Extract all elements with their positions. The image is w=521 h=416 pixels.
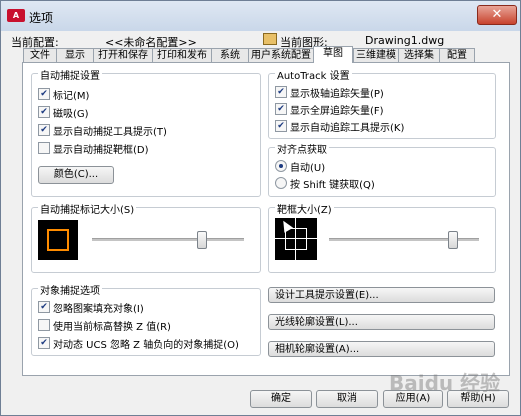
colors-button[interactable]: 颜色(C)... xyxy=(38,166,114,184)
autotrack-tooltip-checkbox[interactable]: ✔ xyxy=(275,120,287,132)
autosnap-tooltip-checkbox[interactable]: ✔ xyxy=(38,124,50,136)
tab-system[interactable]: 系统 xyxy=(211,48,249,62)
checkbox-label: 显示自动追踪工具提示(K) xyxy=(290,123,405,134)
checkbox-label: 对动态 UCS 忽略 Z 轴负向的对象捕捉(O) xyxy=(53,340,239,351)
checkbox-label: 显示自动捕捉靶框(D) xyxy=(53,145,149,156)
aperture-size-group: 靶框大小(Z) xyxy=(268,201,496,273)
alignment-point-group: 对齐点获取 自动(U) 按 Shift 键获取(Q) xyxy=(268,141,496,197)
drafting-panel: 自动捕捉设置 ✔ 标记(M) ✔ 磁吸(G) ✔ 显示自动捕捉工具提示(T) 显… xyxy=(22,62,510,376)
drawing-file-icon xyxy=(263,33,277,45)
radio-label: 按 Shift 键获取(Q) xyxy=(290,180,375,191)
marker-preview xyxy=(38,220,78,260)
autotrack-settings-group: AutoTrack 设置 ✔ 显示极轴追踪矢量(P) ✔ 显示全屏追踪矢量(F)… xyxy=(268,67,496,139)
current-drawing-value: Drawing1.dwg xyxy=(365,34,445,47)
group-title: 对象捕捉选项 xyxy=(38,282,102,297)
autosnap-marker-icon xyxy=(47,229,69,251)
drafting-tooltip-settings-button[interactable]: 设计工具提示设置(E)... xyxy=(268,287,495,303)
close-button[interactable]: ✕ xyxy=(477,5,517,25)
ignore-hatch-checkbox[interactable]: ✔ xyxy=(38,301,50,313)
marker-checkbox[interactable]: ✔ xyxy=(38,88,50,100)
lights-glyph-settings-button[interactable]: 光线轮廓设置(L)... xyxy=(268,314,495,330)
tab-drafting[interactable]: 草图 xyxy=(313,46,353,63)
marker-size-slider-track[interactable] xyxy=(92,238,244,241)
group-title: 靶框大小(Z) xyxy=(275,201,334,216)
autosnap-aperture-checkbox[interactable] xyxy=(38,142,50,154)
aperture-size-slider-thumb[interactable] xyxy=(448,231,458,249)
aperture-preview xyxy=(275,218,317,260)
checkbox-label: 显示极轴追踪矢量(P) xyxy=(290,89,384,100)
autosnap-settings-group: 自动捕捉设置 ✔ 标记(M) ✔ 磁吸(G) ✔ 显示自动捕捉工具提示(T) 显… xyxy=(31,67,261,197)
tab-user-preferences[interactable]: 用户系统配置 xyxy=(248,48,314,62)
tab-3d-modeling[interactable]: 三维建模 xyxy=(353,48,399,62)
title-bar[interactable]: A 选项 ✕ xyxy=(1,1,520,31)
autocad-app-icon: A xyxy=(7,9,25,22)
object-snap-options-group: 对象捕捉选项 ✔ 忽略图案填充对象(I) 使用当前标高替换 Z 值(R) ✔ 对… xyxy=(31,282,261,356)
ok-button[interactable]: 确定 xyxy=(250,390,312,408)
marker-size-slider-thumb[interactable] xyxy=(197,231,207,249)
checkbox-label: 磁吸(G) xyxy=(53,109,89,120)
checkbox-label: 标记(M) xyxy=(53,91,90,102)
aperture-box-icon xyxy=(285,228,307,250)
checkbox-label: 使用当前标高替换 Z 值(R) xyxy=(53,322,171,333)
checkbox-label: 显示自动捕捉工具提示(T) xyxy=(53,127,167,138)
cancel-button[interactable]: 取消 xyxy=(316,390,378,408)
tab-files[interactable]: 文件 xyxy=(23,48,57,62)
fullscreen-tracking-vector-checkbox[interactable]: ✔ xyxy=(275,103,287,115)
magnet-checkbox[interactable]: ✔ xyxy=(38,106,50,118)
tab-display[interactable]: 显示 xyxy=(56,48,94,62)
marker-size-group: 自动捕捉标记大小(S) xyxy=(31,201,261,273)
dialog-title: 选项 xyxy=(29,11,54,25)
automatic-radio[interactable] xyxy=(275,160,287,172)
tab-open-save[interactable]: 打开和保存 xyxy=(93,48,153,62)
tab-plot-publish[interactable]: 打印和发布 xyxy=(152,48,212,62)
checkbox-label: 忽略图案填充对象(I) xyxy=(53,304,144,315)
checkbox-label: 显示全屏追踪矢量(F) xyxy=(290,106,384,117)
replace-z-checkbox[interactable] xyxy=(38,319,50,331)
baidu-watermark: Baidu 经验 xyxy=(389,371,501,395)
polar-tracking-vector-checkbox[interactable]: ✔ xyxy=(275,86,287,98)
cameras-glyph-settings-button[interactable]: 相机轮廓设置(A)... xyxy=(268,341,495,357)
shift-acquire-radio[interactable] xyxy=(275,177,287,189)
group-title: AutoTrack 设置 xyxy=(275,67,352,82)
group-title: 自动捕捉设置 xyxy=(38,67,102,82)
group-title: 自动捕捉标记大小(S) xyxy=(38,201,137,216)
radio-label: 自动(U) xyxy=(290,163,326,174)
group-title: 对齐点获取 xyxy=(275,141,329,156)
tab-selection[interactable]: 选择集 xyxy=(398,48,440,62)
options-dialog: A 选项 ✕ 当前配置: <<未命名配置>> 当前图形: Drawing1.dw… xyxy=(0,0,521,416)
ignore-negative-z-checkbox[interactable]: ✔ xyxy=(38,337,50,349)
tab-profiles[interactable]: 配置 xyxy=(439,48,475,62)
